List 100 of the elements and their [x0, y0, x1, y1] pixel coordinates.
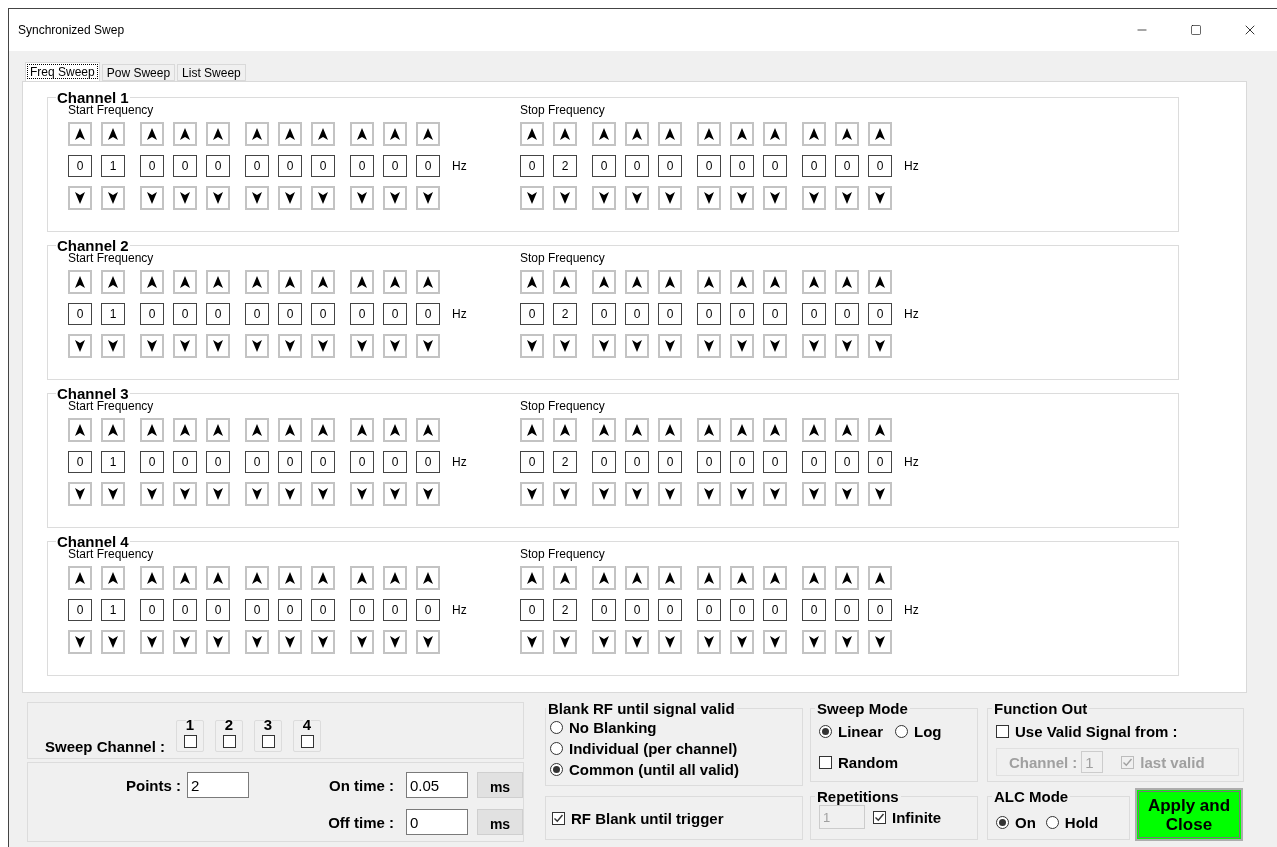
digit-field[interactable]: 0 [173, 155, 197, 177]
increment-button[interactable] [416, 122, 440, 146]
digit-field[interactable]: 0 [520, 155, 544, 177]
digit-field[interactable]: 0 [278, 155, 302, 177]
decrement-button[interactable] [625, 186, 649, 210]
digit-field[interactable]: 0 [802, 155, 826, 177]
decrement-button[interactable] [245, 334, 269, 358]
radio-button[interactable] [550, 742, 563, 755]
decrement-button[interactable] [802, 186, 826, 210]
digit-field[interactable]: 0 [697, 599, 721, 621]
increment-button[interactable] [592, 122, 616, 146]
digit-field[interactable]: 0 [311, 155, 335, 177]
decrement-button[interactable] [763, 186, 787, 210]
decrement-button[interactable] [658, 482, 682, 506]
digit-field[interactable]: 2 [553, 599, 577, 621]
increment-button[interactable] [68, 270, 92, 294]
increment-button[interactable] [101, 270, 125, 294]
increment-button[interactable] [802, 566, 826, 590]
decrement-button[interactable] [553, 334, 577, 358]
points-field[interactable]: 2 [187, 772, 249, 798]
digit-field[interactable]: 0 [658, 599, 682, 621]
decrement-button[interactable] [173, 482, 197, 506]
digit-field[interactable]: 0 [697, 155, 721, 177]
decrement-button[interactable] [173, 334, 197, 358]
increment-button[interactable] [553, 566, 577, 590]
digit-field[interactable]: 0 [350, 303, 374, 325]
digit-field[interactable]: 0 [68, 303, 92, 325]
increment-button[interactable] [350, 270, 374, 294]
digit-field[interactable]: 0 [868, 303, 892, 325]
increment-button[interactable] [278, 418, 302, 442]
decrement-button[interactable] [763, 630, 787, 654]
increment-button[interactable] [278, 566, 302, 590]
digit-field[interactable]: 0 [658, 155, 682, 177]
decrement-button[interactable] [206, 186, 230, 210]
decrement-button[interactable] [173, 630, 197, 654]
increment-button[interactable] [140, 122, 164, 146]
digit-field[interactable]: 0 [592, 303, 616, 325]
digit-field[interactable]: 0 [868, 599, 892, 621]
decrement-button[interactable] [101, 186, 125, 210]
increment-button[interactable] [697, 122, 721, 146]
decrement-button[interactable] [763, 482, 787, 506]
digit-field[interactable]: 0 [68, 451, 92, 473]
increment-button[interactable] [520, 122, 544, 146]
decrement-button[interactable] [278, 186, 302, 210]
increment-button[interactable] [350, 566, 374, 590]
digit-field[interactable]: 0 [835, 303, 859, 325]
decrement-button[interactable] [416, 630, 440, 654]
digit-field[interactable]: 0 [658, 303, 682, 325]
decrement-button[interactable] [278, 334, 302, 358]
decrement-button[interactable] [101, 630, 125, 654]
digit-field[interactable]: 0 [383, 303, 407, 325]
decrement-button[interactable] [520, 630, 544, 654]
checkbox[interactable] [873, 810, 886, 824]
increment-button[interactable] [383, 418, 407, 442]
decrement-button[interactable] [140, 186, 164, 210]
decrement-button[interactable] [697, 630, 721, 654]
digit-field[interactable]: 0 [763, 599, 787, 621]
decrement-button[interactable] [245, 482, 269, 506]
digit-field[interactable]: 0 [416, 155, 440, 177]
decrement-button[interactable] [592, 334, 616, 358]
digit-field[interactable]: 0 [625, 451, 649, 473]
decrement-button[interactable] [206, 630, 230, 654]
digit-field[interactable]: 0 [206, 155, 230, 177]
digit-field[interactable]: 1 [101, 155, 125, 177]
unit-button[interactable]: ms [477, 809, 523, 835]
digit-field[interactable]: 0 [311, 599, 335, 621]
increment-button[interactable] [658, 270, 682, 294]
increment-button[interactable] [520, 566, 544, 590]
decrement-button[interactable] [206, 334, 230, 358]
increment-button[interactable] [101, 566, 125, 590]
digit-field[interactable]: 0 [383, 451, 407, 473]
digit-field[interactable]: 0 [730, 303, 754, 325]
decrement-button[interactable] [730, 186, 754, 210]
increment-button[interactable] [553, 418, 577, 442]
digit-field[interactable]: 0 [140, 451, 164, 473]
increment-button[interactable] [311, 418, 335, 442]
decrement-button[interactable] [245, 630, 269, 654]
decrement-button[interactable] [592, 630, 616, 654]
decrement-button[interactable] [553, 482, 577, 506]
digit-field[interactable]: 0 [68, 599, 92, 621]
digit-field[interactable]: 0 [592, 599, 616, 621]
increment-button[interactable] [658, 418, 682, 442]
digit-field[interactable]: 0 [206, 599, 230, 621]
checkbox[interactable] [222, 735, 236, 748]
decrement-button[interactable] [383, 482, 407, 506]
decrement-button[interactable] [311, 482, 335, 506]
increment-button[interactable] [383, 270, 407, 294]
decrement-button[interactable] [868, 334, 892, 358]
decrement-button[interactable] [625, 482, 649, 506]
digit-field[interactable]: 0 [802, 303, 826, 325]
increment-button[interactable] [730, 122, 754, 146]
decrement-button[interactable] [383, 334, 407, 358]
increment-button[interactable] [68, 122, 92, 146]
increment-button[interactable] [140, 270, 164, 294]
decrement-button[interactable] [350, 186, 374, 210]
decrement-button[interactable] [520, 186, 544, 210]
increment-button[interactable] [245, 418, 269, 442]
increment-button[interactable] [416, 270, 440, 294]
digit-field[interactable]: 0 [730, 451, 754, 473]
checkbox[interactable] [819, 756, 832, 769]
